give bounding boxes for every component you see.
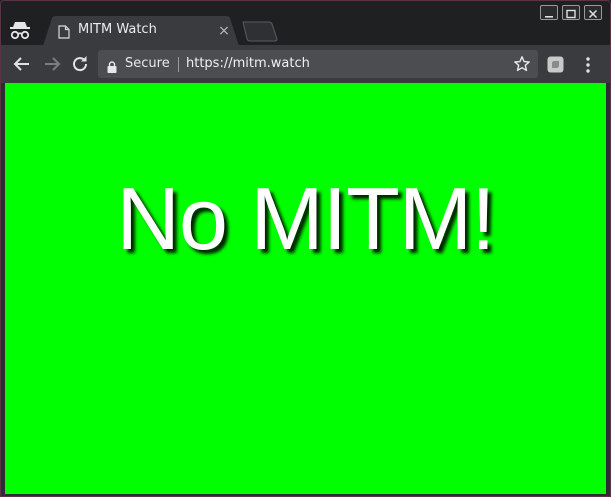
browser-toolbar: Secure https://mitm.watch (1, 45, 610, 83)
tab-mitm-watch[interactable]: MITM Watch × (43, 16, 239, 46)
incognito-icon (9, 21, 31, 41)
browser-window: MITM Watch × Secure https://mitm.watch N… (0, 0, 611, 497)
back-arrow-icon[interactable] (11, 53, 33, 75)
tab-close-icon[interactable]: × (216, 23, 232, 39)
page-headline: No MITM! (116, 169, 495, 268)
url-text[interactable]: https://mitm.watch (186, 56, 310, 71)
address-bar[interactable]: Secure https://mitm.watch (98, 50, 538, 78)
star-icon[interactable] (513, 55, 531, 73)
omnibox-divider (178, 57, 179, 72)
tab-strip: MITM Watch × (1, 1, 610, 46)
page-viewport: No MITM! (5, 83, 606, 494)
close-icon[interactable] (584, 5, 602, 20)
maximize-icon[interactable] (562, 5, 580, 20)
forward-arrow-icon[interactable] (41, 53, 63, 75)
minimize-icon[interactable] (540, 5, 558, 20)
tab-title: MITM Watch (78, 22, 157, 37)
new-tab-button[interactable] (241, 21, 279, 43)
document-icon (58, 24, 70, 39)
extension-icon[interactable] (547, 56, 564, 73)
reload-icon[interactable] (69, 53, 91, 75)
security-label: Secure (125, 56, 170, 71)
lock-icon (107, 58, 117, 73)
window-controls (540, 5, 602, 21)
kebab-menu-icon[interactable] (584, 55, 592, 75)
